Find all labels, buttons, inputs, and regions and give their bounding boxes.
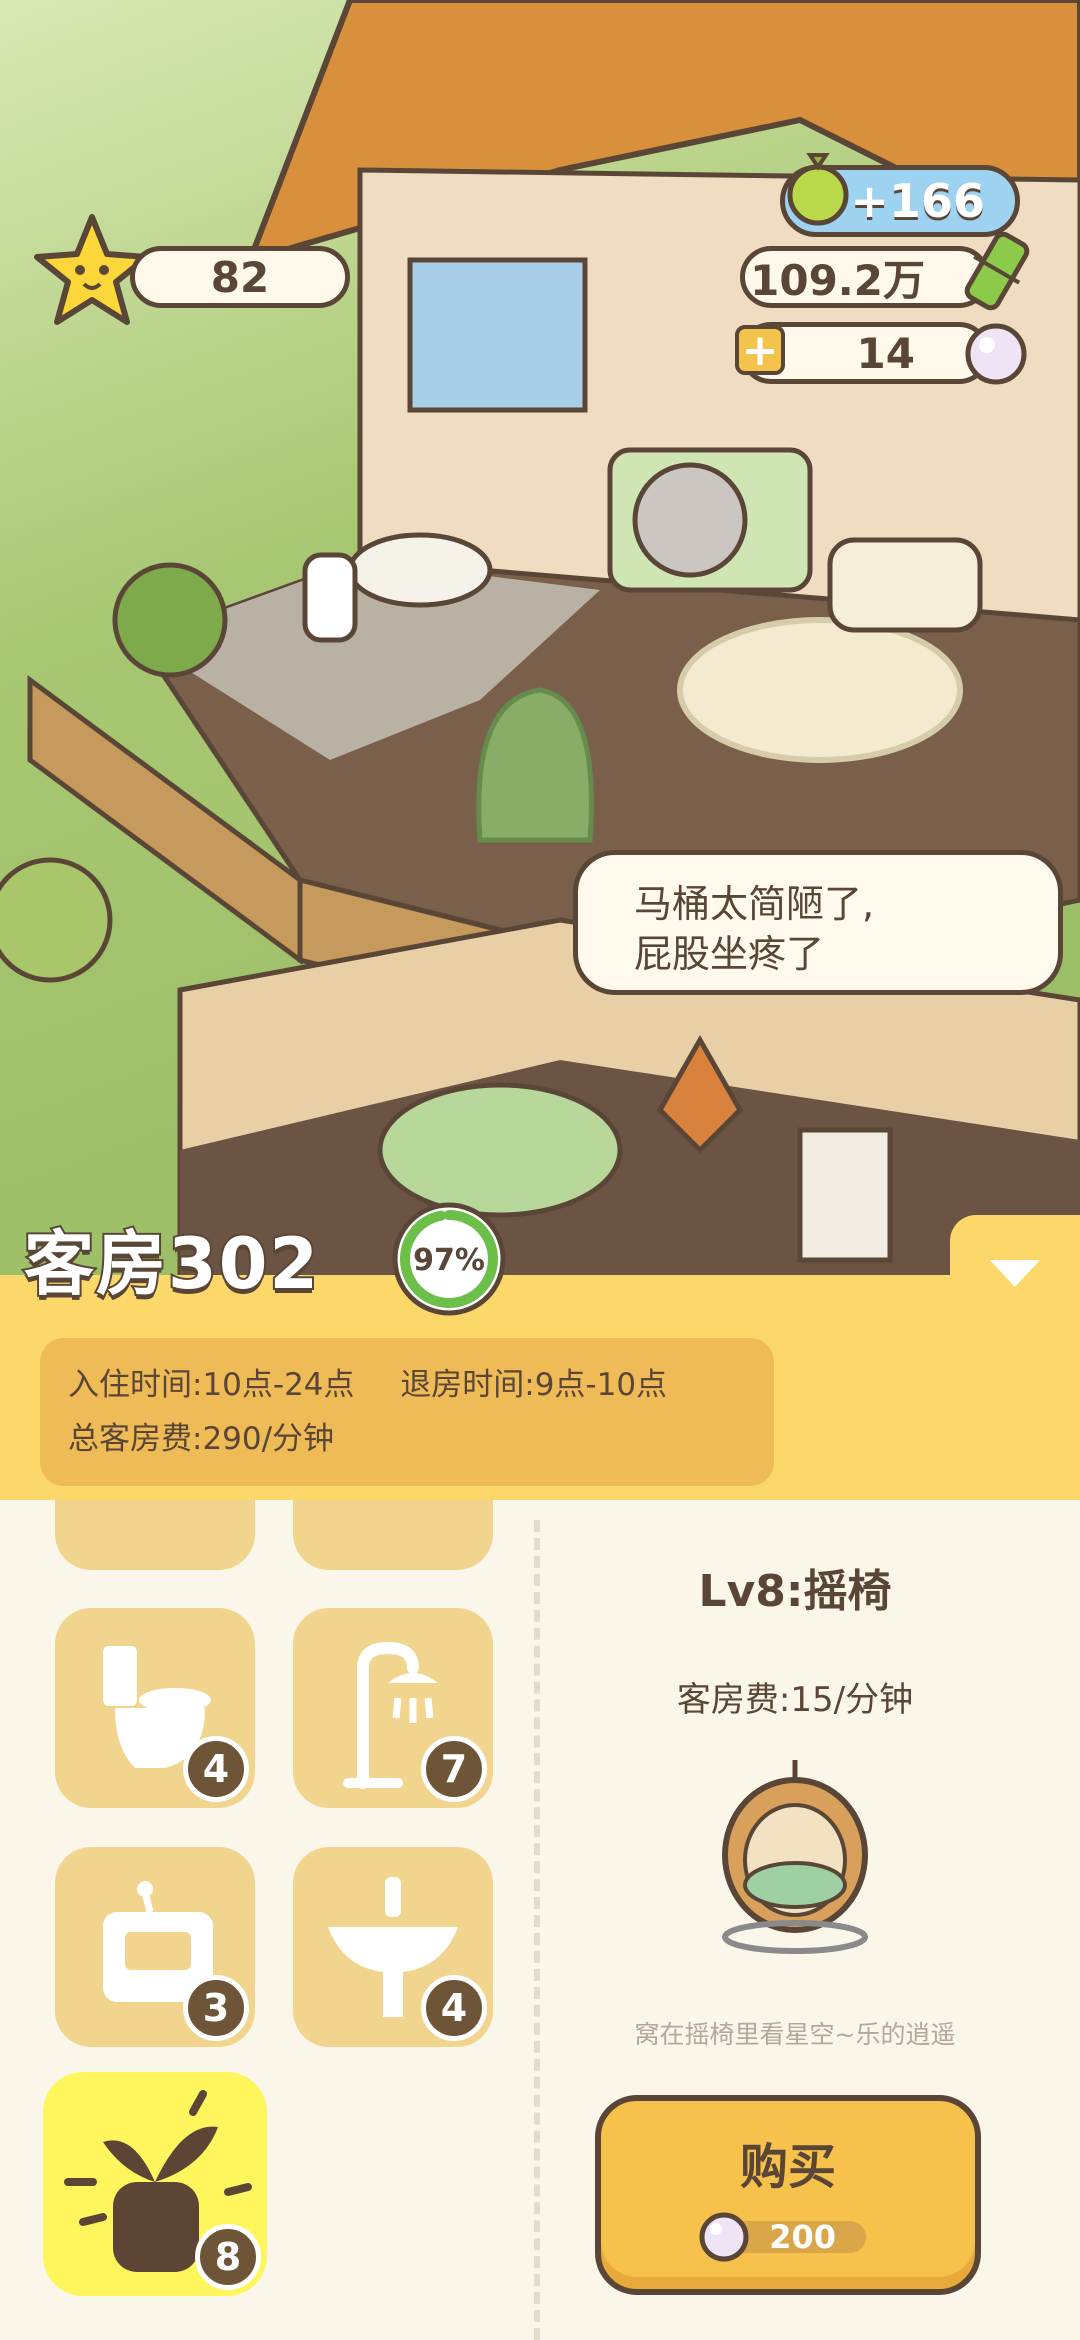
pearl-icon <box>965 323 1027 385</box>
shop-item-cabinet[interactable]: 3 <box>55 1847 255 2047</box>
cash-amount: 109.2万 <box>740 246 990 308</box>
total-room-fee: 总客房费:290/分钟 <box>68 1421 335 1457</box>
item-description: 窝在摇椅里看星空~乐的逍遥 <box>634 2020 956 2049</box>
item-room-fee: 客房费:15/分钟 <box>676 1680 914 1720</box>
collapse-panel-button[interactable] <box>950 1215 1080 1335</box>
room-title: 客房302 <box>22 1221 321 1307</box>
checkin-time: 入住时间:10点-24点 <box>68 1367 355 1403</box>
guest-speech-bubble: 马桶太简陋了, 屁股坐疼了 <box>573 850 1063 995</box>
rocking-chair-icon <box>722 1760 868 1954</box>
pearl-icon <box>699 2212 749 2262</box>
add-pearls-button[interactable]: + <box>735 325 785 376</box>
shop-item-toilet[interactable]: 4 <box>55 1608 255 1808</box>
speech-line-2: 屁股坐疼了 <box>634 932 825 976</box>
room-info-box: 入住时间:10点-24点 退房时间:9点-10点 总客房费:290/分钟 <box>40 1338 774 1486</box>
item-count-badge: 3 <box>183 1975 249 2041</box>
checkout-time: 退房时间:9点-10点 <box>400 1367 668 1403</box>
coin-bag-icon <box>787 153 849 226</box>
shop-item-partial-2[interactable] <box>293 1500 493 1570</box>
shop-item-sink[interactable]: 4 <box>293 1847 493 2047</box>
shop-item-shower[interactable]: 7 <box>293 1608 493 1808</box>
item-count-badge: 7 <box>421 1736 487 1802</box>
chevron-down-icon <box>990 1260 1040 1287</box>
progress-label: 97% <box>413 1243 485 1278</box>
buy-label: 购买 <box>739 2139 836 2195</box>
speech-line-1: 马桶太简陋了, <box>634 882 875 926</box>
item-count-badge: 4 <box>183 1736 249 1802</box>
shop-item-partial-1[interactable] <box>55 1500 255 1570</box>
item-count-badge: 4 <box>421 1975 487 2041</box>
room-progress-ring: 97% <box>392 1202 506 1316</box>
shop-item-sprout[interactable]: 8 <box>43 2072 267 2296</box>
time-row: 入住时间:10点-24点 退房时间:9点-10点 <box>68 1358 746 1412</box>
buy-button[interactable]: 购买 200 <box>595 2095 981 2295</box>
shop-divider <box>534 1520 540 2340</box>
item-count-badge: 8 <box>195 2224 261 2290</box>
bamboo-icon <box>964 231 1030 311</box>
item-name: Lv8:摇椅 <box>698 1566 892 1617</box>
star-count: 82 <box>130 246 350 308</box>
